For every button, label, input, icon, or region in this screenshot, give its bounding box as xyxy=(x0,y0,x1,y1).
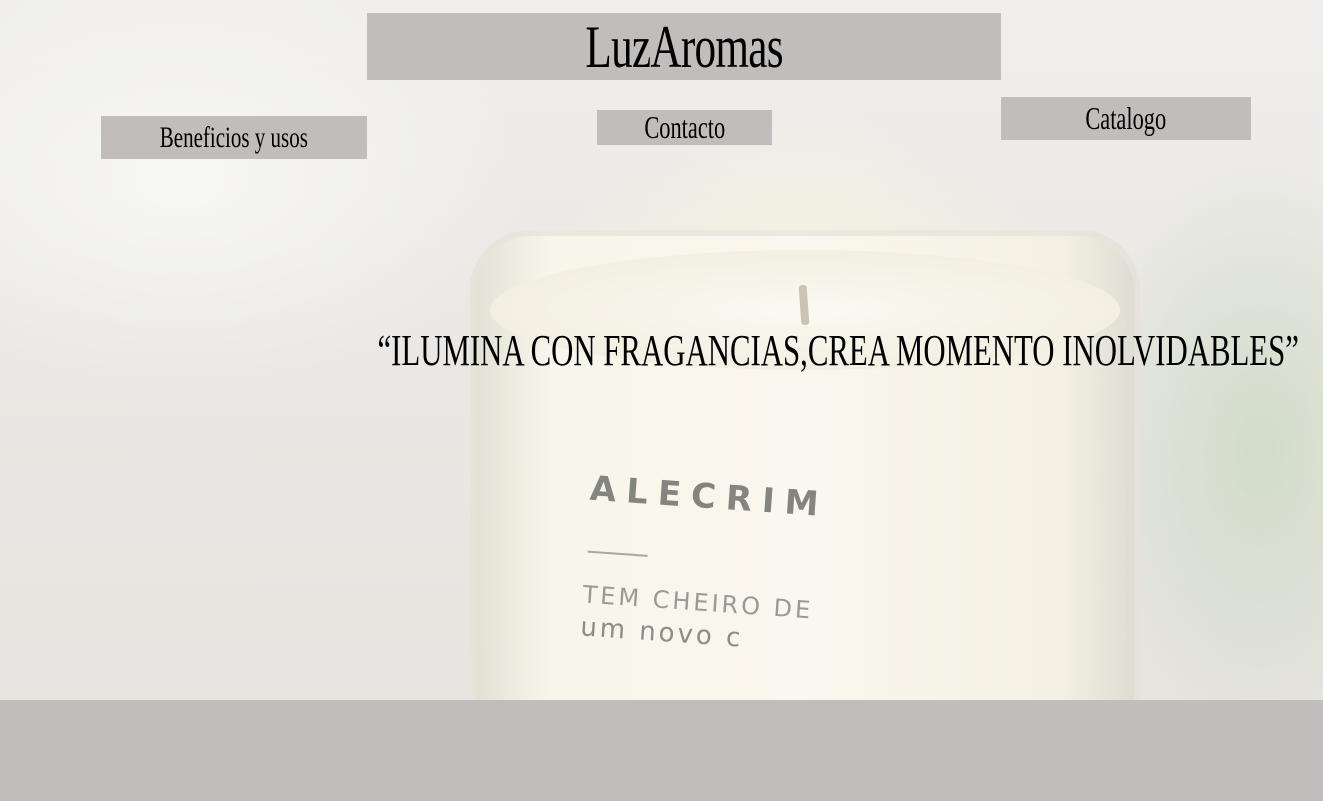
hero-tagline-text: “ILUMINA CON FRAGANCIAS,CREA MOMENTO INO… xyxy=(377,326,1299,375)
site-logo[interactable]: LuzAromas xyxy=(367,13,1001,80)
site-logo-text: LuzAromas xyxy=(585,13,783,80)
nav-catalogo-label: Catalogo xyxy=(1085,100,1167,136)
hero-tagline: “ILUMINA CON FRAGANCIAS,CREA MOMENTO INO… xyxy=(180,325,1298,376)
nav-beneficios-y-usos[interactable]: Beneficios y usos xyxy=(101,116,367,159)
nav-contacto-label: Contacto xyxy=(644,109,725,145)
nav-contacto[interactable]: Contacto xyxy=(597,109,772,145)
nav-catalogo[interactable]: Catalogo xyxy=(1001,97,1251,140)
footer-bar xyxy=(0,700,1323,801)
jar-label: ALECRIM TEM CHEIRO DE um novo c xyxy=(579,469,920,666)
jar-divider xyxy=(587,550,648,557)
nav-beneficios-label: Beneficios y usos xyxy=(159,120,309,154)
